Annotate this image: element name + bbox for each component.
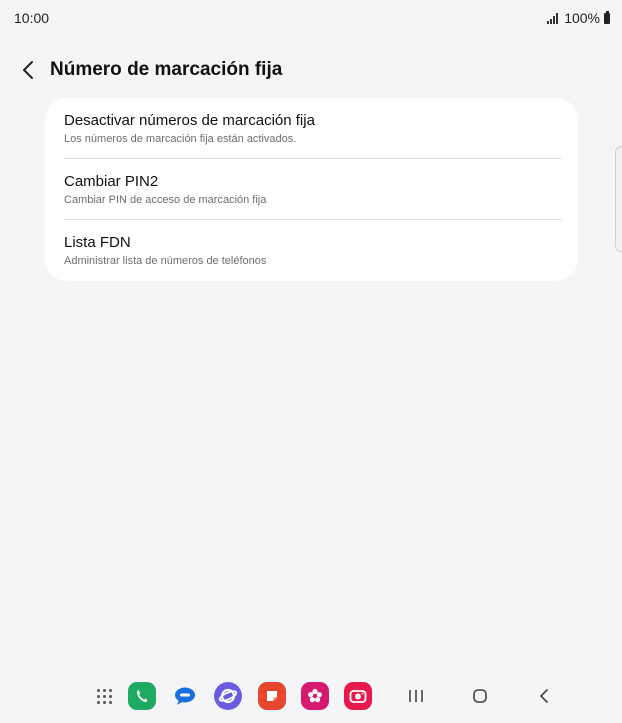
- status-time: 10:00: [14, 10, 50, 26]
- list-item-title: Lista FDN: [64, 234, 131, 251]
- status-indicators: 100%: [547, 10, 610, 26]
- gallery-app-button[interactable]: [301, 682, 329, 710]
- status-bar: 10:00 100%: [0, 0, 622, 36]
- app-drawer-button[interactable]: [90, 682, 118, 710]
- list-item-disable-fdn[interactable]: Desactivar números de marcación fija Los…: [45, 98, 578, 159]
- list-item-subtitle: Los números de marcación fija están acti…: [64, 133, 297, 145]
- edge-panel-handle[interactable]: [615, 146, 622, 252]
- internet-app-button[interactable]: [214, 682, 242, 710]
- list-item-subtitle: Cambiar PIN de acceso de marcación fija: [64, 194, 267, 206]
- recents-button[interactable]: [402, 682, 430, 710]
- back-button[interactable]: [14, 56, 42, 84]
- internet-icon: [214, 682, 242, 710]
- list-item-title: Cambiar PIN2: [64, 173, 159, 190]
- recents-icon: [409, 690, 423, 702]
- messages-icon: [171, 682, 199, 710]
- gallery-icon: [301, 682, 329, 710]
- signal-icon: [547, 12, 559, 24]
- home-icon: [473, 689, 487, 703]
- page-title: Número de marcación fija: [50, 59, 283, 80]
- notes-icon: [258, 682, 286, 710]
- chevron-left-icon: [540, 689, 548, 703]
- notes-app-button[interactable]: [258, 682, 286, 710]
- camera-icon: [344, 682, 372, 710]
- battery-percentage: 100%: [564, 10, 600, 26]
- chevron-left-icon: [23, 61, 33, 79]
- apps-grid-icon: [96, 688, 112, 704]
- app-header: Número de marcación fija: [0, 52, 622, 88]
- taskbar: [0, 679, 622, 723]
- phone-app-button[interactable]: [128, 682, 156, 710]
- camera-app-button[interactable]: [344, 682, 372, 710]
- list-item-title: Desactivar números de marcación fija: [64, 112, 315, 129]
- nav-back-button[interactable]: [530, 682, 558, 710]
- list-item-fdn-list[interactable]: Lista FDN Administrar lista de números d…: [45, 220, 578, 281]
- home-button[interactable]: [466, 682, 494, 710]
- list-item-subtitle: Administrar lista de números de teléfono…: [64, 255, 267, 267]
- phone-icon: [128, 682, 156, 710]
- messages-app-button[interactable]: [171, 682, 199, 710]
- battery-icon: [604, 10, 610, 24]
- list-item-change-pin2[interactable]: Cambiar PIN2 Cambiar PIN de acceso de ma…: [45, 159, 578, 220]
- settings-card: Desactivar números de marcación fija Los…: [45, 98, 578, 281]
